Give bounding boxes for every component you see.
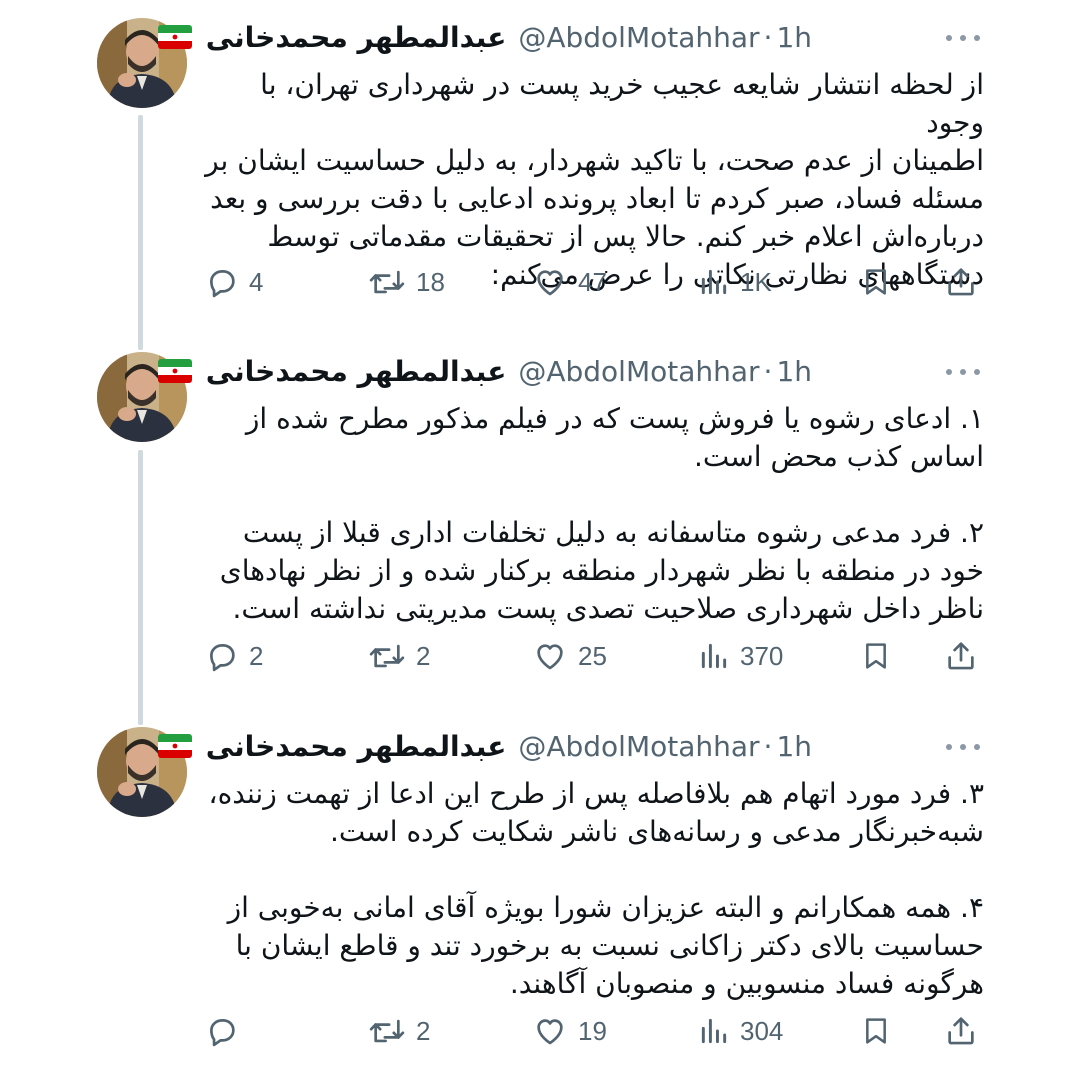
separator: · [763, 354, 773, 388]
retweet-icon [368, 1014, 406, 1048]
author-name[interactable]: عبدالمطهر محمدخانی [206, 730, 507, 763]
author-handle[interactable]: @AbdolMotahhar [518, 730, 759, 763]
iran-flag-icon [157, 25, 192, 49]
reply-count: 4 [249, 266, 264, 297]
reply-count: 2 [249, 640, 264, 671]
share-icon [944, 1014, 978, 1048]
separator: · [763, 20, 773, 54]
share-button[interactable] [944, 1009, 978, 1053]
timestamp[interactable]: 1h [776, 355, 812, 388]
views-count: 304 [740, 1015, 784, 1046]
like-count: 19 [578, 1015, 607, 1046]
views-button[interactable]: 370 [698, 634, 783, 678]
retweet-icon [368, 265, 406, 299]
retweet-button[interactable]: 18 [368, 260, 445, 304]
action-bar: 4 18 47 1K [200, 260, 990, 304]
heart-icon [532, 265, 568, 299]
iran-flag-icon [157, 359, 192, 383]
tweet-header: عبدالمطهر محمدخانی @AbdolMotahhar · 1h [157, 727, 812, 765]
reply-icon [205, 639, 239, 673]
heart-icon [532, 1014, 568, 1048]
author-handle[interactable]: @AbdolMotahhar [518, 355, 759, 388]
more-icon[interactable] [946, 366, 980, 378]
bookmark-button[interactable] [860, 1009, 892, 1053]
like-button[interactable]: 47 [532, 260, 607, 304]
author-handle[interactable]: @AbdolMotahhar [518, 21, 759, 54]
views-icon [698, 1014, 730, 1048]
heart-icon [532, 639, 568, 673]
share-button[interactable] [944, 634, 978, 678]
share-icon [944, 639, 978, 673]
retweet-icon [368, 639, 406, 673]
like-button[interactable]: 19 [532, 1009, 607, 1053]
timestamp[interactable]: 1h [776, 730, 812, 763]
bookmark-icon [860, 265, 892, 299]
bookmark-icon [860, 639, 892, 673]
views-count: 1K [740, 266, 772, 297]
timestamp[interactable]: 1h [776, 21, 812, 54]
iran-flag-icon [157, 734, 192, 758]
bookmark-button[interactable] [860, 260, 892, 304]
reply-icon [205, 1014, 239, 1048]
author-name[interactable]: عبدالمطهر محمدخانی [206, 355, 507, 388]
author-name[interactable]: عبدالمطهر محمدخانی [206, 21, 507, 54]
thread-connector [138, 115, 143, 350]
tweet-text: ۳. فرد مورد اتهام هم بلافاصله پس از طرح … [208, 777, 984, 1000]
views-button[interactable]: 1K [698, 260, 772, 304]
bookmark-button[interactable] [860, 634, 892, 678]
action-bar: 2 2 25 370 [200, 634, 990, 678]
action-bar: 2 19 304 [200, 1009, 990, 1053]
thread-connector [138, 450, 143, 725]
tweet-text: ۱. ادعای رشوه یا فروش پست که در فیلم مذک… [219, 402, 984, 625]
more-icon[interactable] [946, 32, 980, 44]
reply-button[interactable]: 2 [205, 634, 263, 678]
separator: · [763, 729, 773, 763]
retweet-count: 2 [416, 640, 431, 671]
views-icon [698, 639, 730, 673]
views-icon [698, 265, 730, 299]
views-button[interactable]: 304 [698, 1009, 783, 1053]
views-count: 370 [740, 640, 784, 671]
reply-button[interactable] [205, 1009, 249, 1053]
reply-button[interactable]: 4 [205, 260, 263, 304]
more-icon[interactable] [946, 741, 980, 753]
reply-icon [205, 265, 239, 299]
retweet-button[interactable]: 2 [368, 634, 430, 678]
like-button[interactable]: 25 [532, 634, 607, 678]
retweet-count: 18 [416, 266, 445, 297]
retweet-button[interactable]: 2 [368, 1009, 430, 1053]
bookmark-icon [860, 1014, 892, 1048]
tweet-header: عبدالمطهر محمدخانی @AbdolMotahhar · 1h [157, 18, 812, 56]
like-count: 25 [578, 640, 607, 671]
retweet-count: 2 [416, 1015, 431, 1046]
like-count: 47 [578, 266, 607, 297]
tweet-header: عبدالمطهر محمدخانی @AbdolMotahhar · 1h [157, 352, 812, 390]
share-icon [944, 265, 978, 299]
share-button[interactable] [944, 260, 978, 304]
